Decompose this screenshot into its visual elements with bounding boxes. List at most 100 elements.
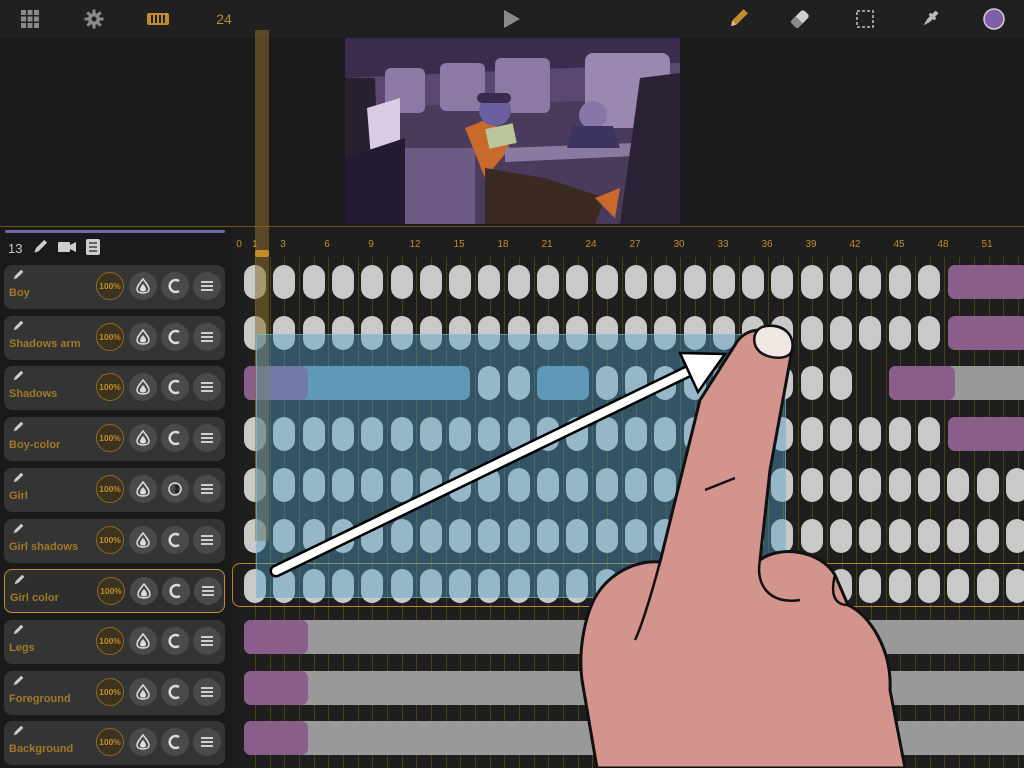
frame-cell[interactable] <box>1005 569 1024 604</box>
grid-icon[interactable] <box>18 7 42 31</box>
layer-row[interactable]: Boy-color 100% <box>4 417 225 462</box>
frame-cell[interactable] <box>859 315 882 350</box>
layer-name[interactable]: Shadows arm <box>9 338 81 350</box>
add-audio-layer-icon[interactable] <box>86 239 101 258</box>
keyframe-block[interactable] <box>244 670 1024 705</box>
onion-skin-icon[interactable] <box>129 424 157 453</box>
fps-label[interactable]: 24 <box>212 7 236 31</box>
frame-cell[interactable] <box>390 265 413 299</box>
frame-cell[interactable] <box>888 417 911 452</box>
frame-cell[interactable] <box>947 467 970 502</box>
layer-row[interactable]: Shadows 100% <box>4 366 225 411</box>
frame-cell[interactable] <box>331 265 354 299</box>
layer-row[interactable]: Foreground 100% <box>4 670 225 715</box>
frame-cell[interactable] <box>888 518 911 553</box>
layer-opacity-button[interactable]: 100% <box>96 626 124 655</box>
onion-skin-icon[interactable] <box>129 677 157 706</box>
frame-cell[interactable] <box>595 265 618 299</box>
layer-name[interactable]: Girl color <box>10 592 59 604</box>
blend-mode-icon[interactable] <box>161 626 189 655</box>
layer-name[interactable]: Girl <box>9 490 28 502</box>
frame-cell[interactable] <box>947 569 970 604</box>
layer-name[interactable]: Foreground <box>9 693 71 705</box>
frame-cell[interactable] <box>800 265 823 299</box>
frame-cell[interactable] <box>800 417 823 452</box>
frame-ruler[interactable]: 013691215182124273033363942454851 <box>232 227 1024 257</box>
onion-skin-icon[interactable] <box>129 272 157 300</box>
frame-cell[interactable] <box>800 315 823 350</box>
frame-cell[interactable] <box>947 518 970 553</box>
layer-opacity-button[interactable]: 100% <box>96 373 124 402</box>
blend-mode-icon[interactable] <box>161 677 189 706</box>
gear-icon[interactable] <box>82 7 106 31</box>
frame-cell[interactable] <box>712 265 735 299</box>
playhead-handle[interactable] <box>255 250 269 257</box>
layer-menu-icon[interactable] <box>193 677 221 706</box>
frame-cell[interactable] <box>1005 467 1024 502</box>
blend-mode-icon[interactable] <box>161 728 189 757</box>
keyframe-block[interactable] <box>948 315 1024 350</box>
frame-cell[interactable] <box>302 265 325 299</box>
layer-opacity-button[interactable]: 100% <box>96 424 124 453</box>
frame-cell[interactable] <box>859 518 882 553</box>
layer-menu-icon[interactable] <box>193 525 221 554</box>
frame-cell[interactable] <box>566 265 589 299</box>
layer-name[interactable]: Girl shadows <box>9 541 78 553</box>
add-drawing-layer-icon[interactable] <box>32 239 48 258</box>
frame-cell[interactable] <box>888 569 911 604</box>
frame-cell[interactable] <box>859 569 882 604</box>
layer-name[interactable]: Boy-color <box>9 439 60 451</box>
frame-cell[interactable] <box>1005 518 1024 553</box>
keyframe-block[interactable] <box>244 721 1024 756</box>
eyedropper-icon[interactable] <box>918 7 942 31</box>
layer-opacity-button[interactable]: 100% <box>97 577 125 606</box>
blend-mode-icon[interactable] <box>161 272 189 300</box>
frame-cell[interactable] <box>800 467 823 502</box>
frame-cell[interactable] <box>917 518 940 553</box>
blend-mode-icon[interactable] <box>161 373 189 402</box>
blend-mode-icon[interactable] <box>162 577 190 606</box>
frame-cell[interactable] <box>859 467 882 502</box>
frame-cell[interactable] <box>800 569 823 604</box>
layer-row[interactable]: Boy 100% <box>4 265 225 309</box>
frame-cell[interactable] <box>742 265 765 299</box>
layer-menu-icon[interactable] <box>193 626 221 655</box>
blend-mode-icon[interactable] <box>161 474 189 503</box>
frame-cell[interactable] <box>273 265 296 299</box>
blend-mode-icon[interactable] <box>161 322 189 351</box>
frame-cell[interactable] <box>537 265 559 299</box>
layer-menu-icon[interactable] <box>193 322 221 351</box>
frame-cell[interactable] <box>917 467 940 502</box>
frame-cell[interactable] <box>830 315 852 350</box>
layer-menu-icon[interactable] <box>193 474 221 503</box>
onion-skin-icon[interactable] <box>129 474 157 503</box>
frame-cell[interactable] <box>507 265 530 299</box>
onion-skin-icon[interactable] <box>129 525 157 554</box>
frame-cell[interactable] <box>917 265 940 299</box>
frame-cell[interactable] <box>976 518 999 553</box>
keyframe-block[interactable] <box>244 721 308 756</box>
frame-cell[interactable] <box>830 569 852 604</box>
frame-cell[interactable] <box>830 467 852 502</box>
color-swatch-icon[interactable] <box>982 7 1006 31</box>
frame-cell[interactable] <box>624 265 647 299</box>
onion-skin-icon[interactable] <box>129 322 157 351</box>
layer-name[interactable]: Shadows <box>9 388 57 400</box>
frame-cell[interactable] <box>859 265 882 299</box>
onion-skin-icon[interactable] <box>130 577 158 606</box>
frame-cell[interactable] <box>830 265 852 299</box>
frame-cell[interactable] <box>976 467 999 502</box>
layer-row[interactable]: Girl color 100% <box>4 569 225 614</box>
frame-cell[interactable] <box>771 265 794 299</box>
frame-cell[interactable] <box>917 569 940 604</box>
layer-opacity-button[interactable]: 100% <box>96 677 124 706</box>
layer-name[interactable]: Legs <box>9 642 35 654</box>
frame-cell[interactable] <box>888 315 911 350</box>
frame-cell[interactable] <box>654 265 677 299</box>
layer-row[interactable]: Girl shadows 100% <box>4 518 225 563</box>
onion-skin-icon[interactable] <box>129 373 157 402</box>
layer-menu-icon[interactable] <box>193 728 221 757</box>
layer-name[interactable]: Boy <box>9 287 30 299</box>
layer-row[interactable]: Background 100% <box>4 721 225 766</box>
layer-opacity-button[interactable]: 100% <box>96 474 124 503</box>
